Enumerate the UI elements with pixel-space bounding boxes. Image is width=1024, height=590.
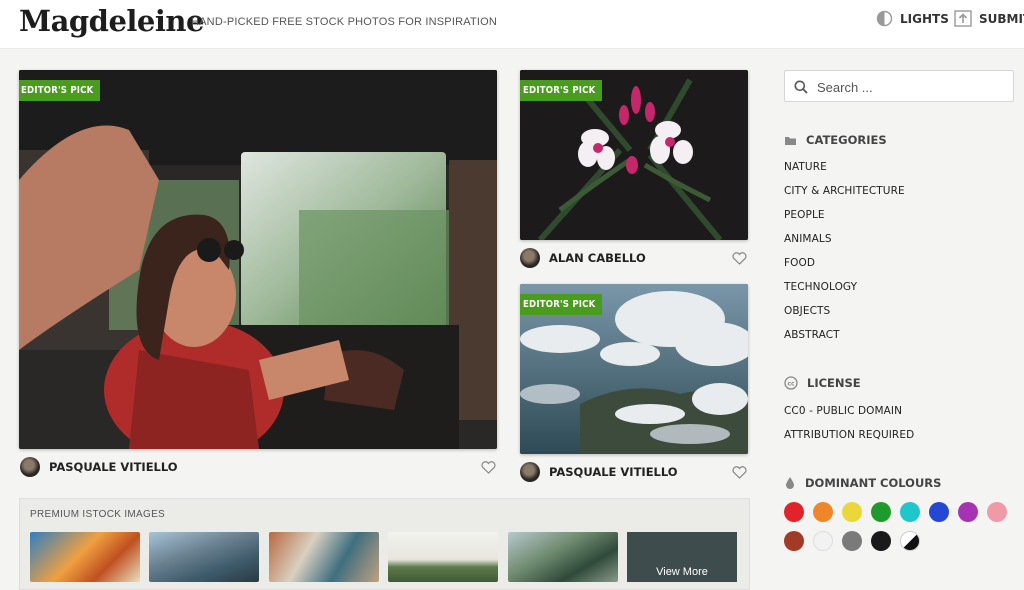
photo-author-1[interactable]: PASQUALE VITIELLO xyxy=(20,457,178,477)
premium-thumb[interactable] xyxy=(508,532,618,582)
colour-swatch[interactable] xyxy=(900,502,920,522)
submit-button[interactable]: SUBMIT xyxy=(954,10,1024,27)
premium-istock-panel: PREMIUM ISTOCK IMAGES View More xyxy=(19,498,750,590)
search-input[interactable] xyxy=(815,77,1009,97)
license-title: LICENSE xyxy=(807,376,861,390)
search-icon xyxy=(794,80,808,94)
premium-thumb[interactable] xyxy=(30,532,140,582)
avatar xyxy=(20,457,40,477)
photo-woman-in-car xyxy=(19,70,497,449)
lightbulb-icon xyxy=(876,10,893,27)
author-name: PASQUALE VITIELLO xyxy=(549,465,678,479)
avatar xyxy=(520,248,540,268)
colour-swatch[interactable] xyxy=(784,531,804,551)
premium-thumb[interactable] xyxy=(149,532,259,582)
colour-swatch[interactable] xyxy=(842,502,862,522)
category-animals[interactable]: ANIMALS xyxy=(784,233,832,245)
category-people[interactable]: PEOPLE xyxy=(784,209,825,221)
site-logo[interactable]: Magdeleine xyxy=(19,4,204,38)
category-technology[interactable]: TECHNOLOGY xyxy=(784,281,857,293)
avatar xyxy=(520,462,540,482)
photo-author-3[interactable]: PASQUALE VITIELLO xyxy=(520,462,678,482)
categories-heading: CATEGORIES xyxy=(784,133,887,147)
colour-swatch[interactable] xyxy=(958,502,978,522)
heart-icon[interactable] xyxy=(732,252,747,265)
colour-swatch[interactable] xyxy=(813,531,833,551)
categories-title: CATEGORIES xyxy=(806,133,887,147)
site-tagline: HAND-PICKED FREE STOCK PHOTOS FOR INSPIR… xyxy=(191,16,498,28)
editors-pick-badge: EDITOR'S PICK xyxy=(19,80,101,101)
colours-title: DOMINANT COLOURS xyxy=(805,476,942,490)
colour-swatch[interactable] xyxy=(929,502,949,522)
category-city-architecture[interactable]: CITY & ARCHITECTURE xyxy=(784,185,905,197)
lights-toggle[interactable]: LIGHTS xyxy=(876,10,949,27)
colour-swatch[interactable] xyxy=(813,502,833,522)
category-objects[interactable]: OBJECTS xyxy=(784,305,830,317)
license-heading: cc LICENSE xyxy=(784,376,861,390)
top-bar: Magdeleine HAND-PICKED FREE STOCK PHOTOS… xyxy=(0,0,1024,49)
folder-icon xyxy=(785,136,796,145)
colour-swatch[interactable] xyxy=(900,531,920,551)
heart-icon[interactable] xyxy=(481,461,496,474)
heart-icon[interactable] xyxy=(732,466,747,479)
search-box[interactable] xyxy=(784,70,1014,102)
lights-label: LIGHTS xyxy=(900,11,949,26)
photo-author-2[interactable]: ALAN CABELLO xyxy=(520,248,646,268)
creative-commons-icon: cc xyxy=(784,376,798,390)
drop-icon xyxy=(786,477,794,489)
colour-swatch[interactable] xyxy=(784,502,804,522)
category-abstract[interactable]: ABSTRACT xyxy=(784,329,840,341)
colour-swatch[interactable] xyxy=(871,502,891,522)
category-nature[interactable]: NATURE xyxy=(784,161,827,173)
submit-label: SUBMIT xyxy=(979,11,1024,26)
author-name: PASQUALE VITIELLO xyxy=(49,460,178,474)
photo-card-clouds[interactable]: EDITOR'S PICK xyxy=(520,284,748,454)
svg-text:cc: cc xyxy=(787,381,795,388)
premium-thumb[interactable] xyxy=(269,532,379,582)
editors-pick-badge: EDITOR'S PICK xyxy=(520,294,603,315)
photo-card-flowers[interactable]: EDITOR'S PICK xyxy=(520,70,748,240)
upload-icon xyxy=(954,10,972,27)
editors-pick-badge: EDITOR'S PICK xyxy=(520,80,603,101)
colour-swatch[interactable] xyxy=(842,531,862,551)
colour-swatch[interactable] xyxy=(871,531,891,551)
view-more-button[interactable]: View More xyxy=(627,532,737,582)
premium-title: PREMIUM ISTOCK IMAGES xyxy=(30,509,166,520)
author-name: ALAN CABELLO xyxy=(549,251,646,265)
photo-card-large[interactable]: EDITOR'S PICK xyxy=(19,70,497,449)
colour-swatch[interactable] xyxy=(987,502,1007,522)
dominant-colours-heading: DOMINANT COLOURS xyxy=(784,476,941,490)
premium-thumb[interactable] xyxy=(388,532,498,582)
category-food[interactable]: FOOD xyxy=(784,257,815,269)
license-attribution[interactable]: ATTRIBUTION REQUIRED xyxy=(784,429,914,441)
license-cc0[interactable]: CC0 - PUBLIC DOMAIN xyxy=(784,405,902,417)
